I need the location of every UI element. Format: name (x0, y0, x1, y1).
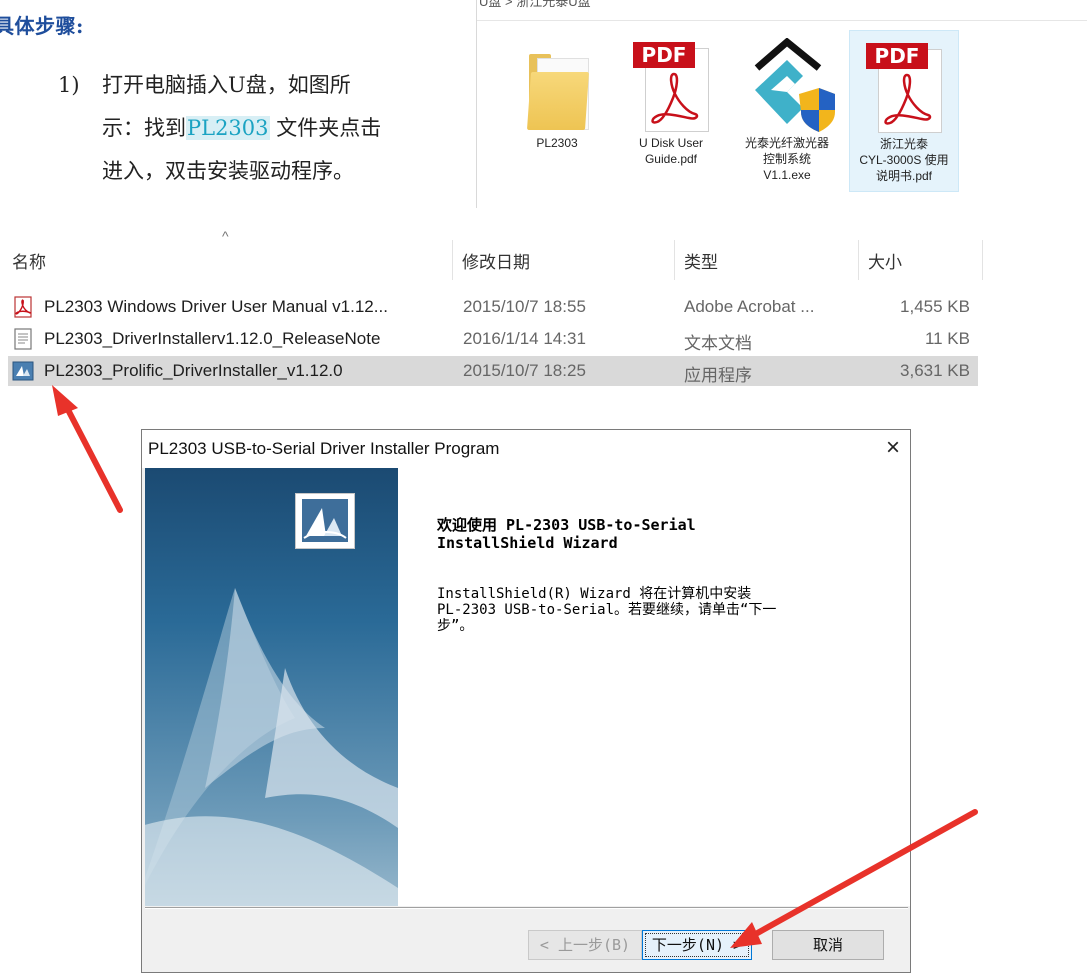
file-tile-manual-pdf[interactable]: PDF 浙江光泰 CYL-3000S 使用 说明书.pdf (849, 30, 959, 192)
step-line-3: 进入，双击安装驱动程序。 (102, 159, 354, 183)
text-file-icon (14, 328, 32, 350)
app-icon (747, 37, 835, 134)
file-size: 1,455 KB (900, 297, 970, 316)
welcome-heading: 欢迎使用 PL-2303 USB-to-Serial InstallShield… (437, 516, 696, 552)
installshield-logo-icon (295, 493, 355, 549)
installer-dialog: PL2303 USB-to-Serial Driver Installer Pr… (141, 429, 911, 973)
welcome-description: InstallShield(R) Wizard 将在计算机中安装 PL-2303… (437, 586, 777, 634)
column-header-date[interactable]: 修改日期 (462, 248, 530, 273)
file-size: 3,631 KB (900, 361, 970, 380)
table-row-selected[interactable]: PL2303_Prolific_DriverInstaller_v1.12.0 … (8, 356, 978, 386)
pdf-file-icon (14, 296, 32, 318)
file-tile-label: U Disk User Guide.pdf (638, 136, 703, 166)
pdf-icon: PDF (631, 38, 711, 134)
sort-up-icon: ^ (222, 228, 229, 244)
file-tile-label: 光泰光纤激光器 控制系统 V1.1.exe (744, 136, 829, 182)
table-row[interactable]: PL2303_DriverInstallerv1.12.0_ReleaseNot… (8, 324, 978, 354)
dialog-titlebar[interactable]: PL2303 USB-to-Serial Driver Installer Pr… (142, 430, 910, 468)
file-name: PL2303 Windows Driver User Manual v1.12.… (44, 297, 388, 316)
file-date: 2016/1/14 14:31 (463, 329, 586, 348)
column-header-size[interactable]: 大小 (868, 248, 902, 273)
folder-icon (517, 38, 597, 134)
file-type: 应用程序 (684, 366, 752, 385)
file-list-view: ^ 名称 修改日期 类型 大小 PL2303 Windows Driver Us… (0, 226, 985, 396)
file-name: PL2303_DriverInstallerv1.12.0_ReleaseNot… (44, 329, 381, 348)
pdf-icon: PDF (864, 39, 944, 135)
divider (145, 907, 908, 909)
file-tile-control-system[interactable]: 光泰光纤激光器 控制系统 V1.1.exe (733, 30, 841, 190)
wizard-side-banner (145, 468, 398, 906)
file-type: 文本文档 (684, 334, 752, 353)
column-header-type[interactable]: 类型 (684, 248, 718, 273)
close-icon[interactable]: × (886, 434, 900, 462)
column-header-name[interactable]: 名称 (12, 248, 46, 273)
address-bar[interactable]: U盘 > 浙江光泰U盘 (477, 0, 1087, 21)
file-date: 2015/10/7 18:55 (463, 297, 586, 316)
step-line-2-tail: 文件夹点击 (276, 116, 382, 140)
arrow-to-installer-icon (52, 385, 123, 513)
file-tile-pl2303[interactable]: PL2303 (503, 30, 611, 190)
highlight-pl2303: PL2303 (186, 116, 270, 140)
address-path: U盘 > 浙江光泰U盘 (479, 0, 591, 9)
file-tile-user-guide[interactable]: PDF U Disk User Guide.pdf (617, 30, 725, 190)
step-line-2: 示：找到PL2303 文件夹点击 (102, 107, 381, 150)
step-heading: 具体步骤: (0, 14, 84, 38)
next-button[interactable]: 下一步(N) > (642, 930, 752, 960)
dialog-title: PL2303 USB-to-Serial Driver Installer Pr… (148, 439, 500, 458)
cancel-button[interactable]: 取消 (772, 930, 884, 960)
file-date: 2015/10/7 18:25 (463, 361, 586, 380)
file-type: Adobe Acrobat ... (684, 297, 815, 316)
file-tile-label: PL2303 (536, 136, 578, 150)
folder-icon-view: U盘 > 浙江光泰U盘 PL2303 PDF U Disk User Guide… (476, 0, 1087, 208)
step-line-2-text: 示：找到 (102, 116, 186, 140)
table-row[interactable]: PL2303 Windows Driver User Manual v1.12.… (8, 292, 978, 322)
file-size: 11 KB (924, 329, 970, 348)
step-line-1: 打开电脑插入U盘，如图所 (102, 73, 351, 97)
step-number: 1) (58, 73, 80, 97)
installer-icon (12, 361, 34, 381)
file-tile-label: 浙江光泰 CYL-3000S 使用 说明书.pdf (859, 137, 949, 183)
back-button[interactable]: < 上一步(B) (528, 930, 642, 960)
file-name: PL2303_Prolific_DriverInstaller_v1.12.0 (44, 361, 343, 380)
